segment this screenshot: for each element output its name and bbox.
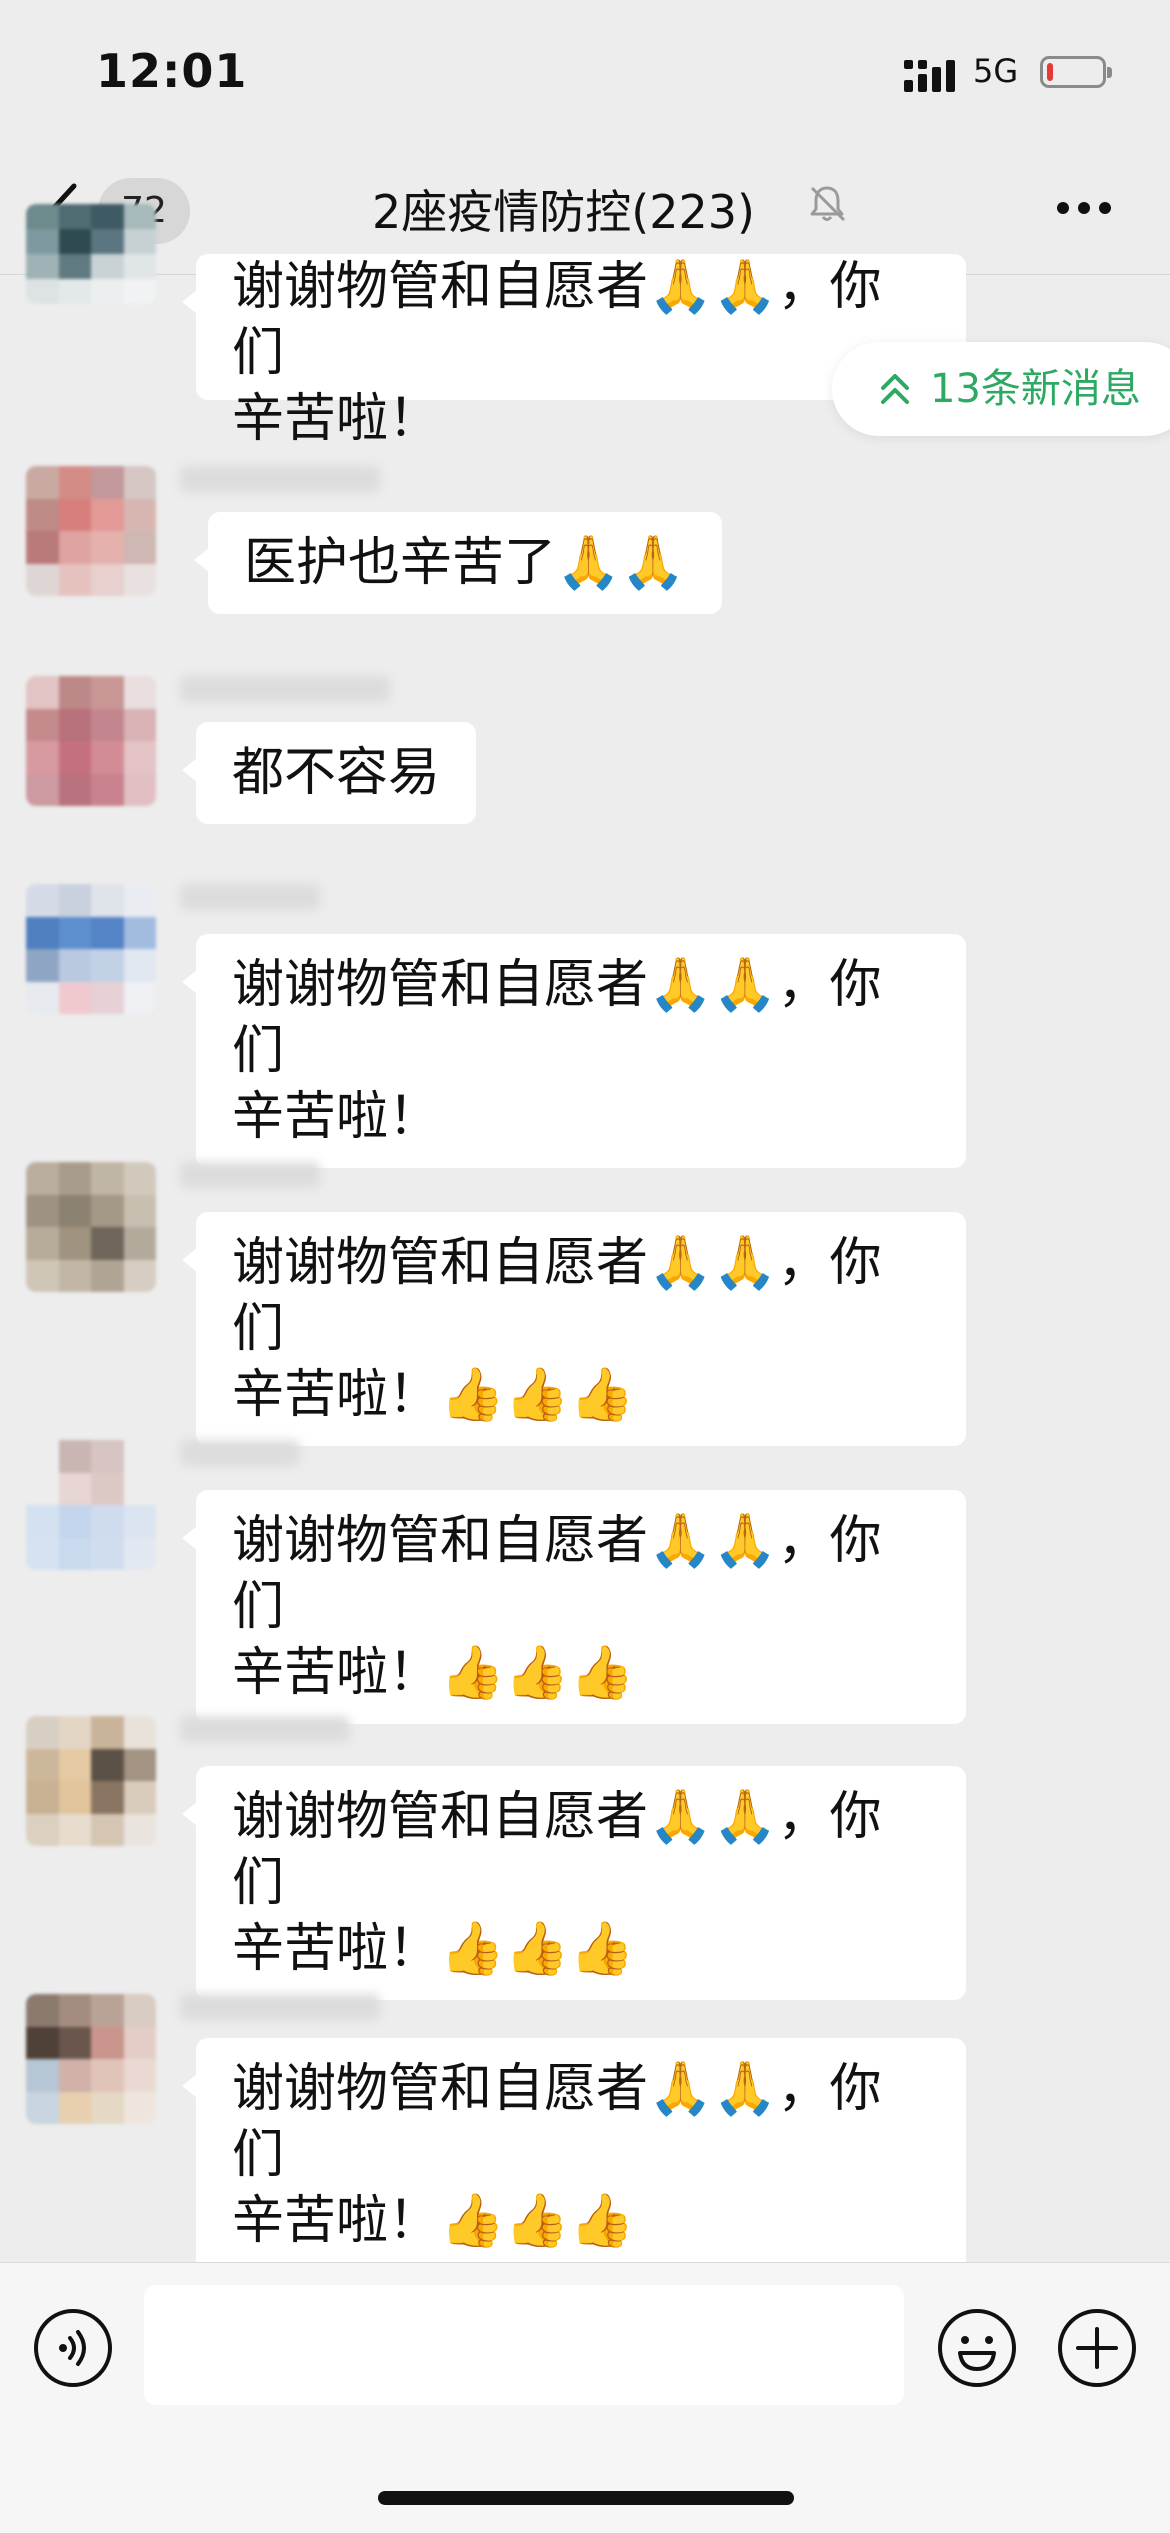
message-text-line1: 医护也辛苦了🙏🙏 [244,533,686,593]
sender-name [180,1440,300,1466]
message-text-line1: 都不容易 [232,743,441,803]
avatar[interactable] [26,466,156,596]
status-bar: 12:01 5G [0,0,1170,150]
avatar[interactable] [26,1716,156,1846]
more-icon[interactable] [1055,200,1113,216]
plus-icon[interactable] [1056,2307,1138,2389]
new-messages-button[interactable]: 13条新消息 [832,342,1170,436]
message-text-line2: 辛苦啦！ [232,1087,441,1147]
avatar[interactable] [26,204,156,304]
message-text-line1: 谢谢物管和自愿者🙏🙏，你们 [232,1787,882,1913]
emoji-icon[interactable] [936,2307,1018,2389]
message-bubble[interactable]: 谢谢物管和自愿者🙏🙏，你们 辛苦啦！👍👍👍 [182,1212,966,1446]
voice-icon[interactable] [32,2307,114,2389]
battery-icon [1040,56,1112,88]
sender-name [180,676,390,702]
message-text-line1: 谢谢物管和自愿者🙏🙏，你们 [232,257,882,383]
avatar[interactable] [26,884,156,1014]
message-bubble[interactable]: 谢谢物管和自愿者🙏🙏，你们 辛苦啦！👍👍👍 [182,2038,966,2272]
signal-icon [904,60,955,92]
message-bubble[interactable]: 谢谢物管和自愿者🙏🙏，你们 辛苦啦！👍👍👍 [182,1490,966,1724]
message-text-line2: 辛苦啦！👍👍👍 [232,1919,635,1979]
sender-name [180,1716,350,1742]
status-time: 12:01 [96,44,248,98]
message-text-line2: 辛苦啦！👍👍👍 [232,1365,635,1425]
message-text-line1: 谢谢物管和自愿者🙏🙏，你们 [232,955,882,1081]
home-indicator[interactable] [378,2491,794,2505]
avatar[interactable] [26,1440,156,1570]
message-bubble[interactable]: 谢谢物管和自愿者🙏🙏，你们 辛苦啦！👍👍👍 [182,1766,966,2000]
mute-bell-icon [810,186,846,222]
avatar[interactable] [26,1162,156,1292]
message-text-line1: 谢谢物管和自愿者🙏🙏，你们 [232,1511,882,1637]
sender-name [180,1162,320,1188]
message-bubble[interactable]: 谢谢物管和自愿者🙏🙏，你们 辛苦啦！ [182,934,966,1168]
battery-level [1047,63,1053,81]
chat-title: 2座疫情防控(223) [372,185,755,239]
message-text-line2: 辛苦啦！👍👍👍 [232,2191,635,2251]
message-text-line2: 辛苦啦！👍👍👍 [232,1643,635,1703]
message-bubble[interactable]: 都不容易 [181,722,477,824]
message-input[interactable] [144,2285,904,2405]
message-text-line1: 谢谢物管和自愿者🙏🙏，你们 [232,1233,882,1359]
new-messages-label: 13条新消息 [930,366,1141,412]
message-text-line1: 谢谢物管和自愿者🙏🙏，你们 [232,2059,882,2185]
input-bar [0,2262,1170,2533]
message-bubble[interactable]: 医护也辛苦了🙏🙏 [194,512,722,614]
sender-name [180,1994,380,2020]
network-label: 5G [973,52,1019,90]
avatar[interactable] [26,676,156,806]
sender-name [180,466,380,492]
message-text-line2: 辛苦啦！ [232,389,441,449]
avatar[interactable] [26,1994,156,2124]
sender-name [180,884,320,910]
chevron-up-icon [881,374,909,404]
